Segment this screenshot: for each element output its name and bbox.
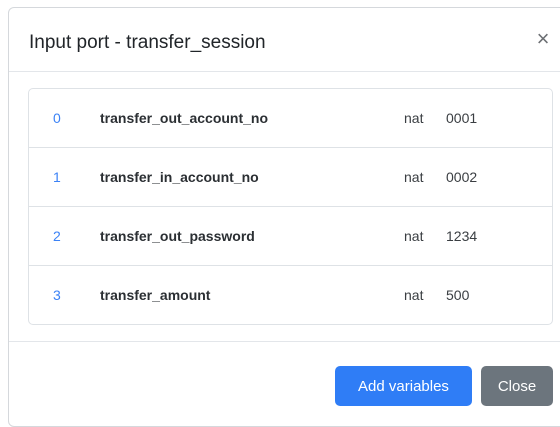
- variable-type: nat: [404, 228, 424, 244]
- close-button[interactable]: Close: [481, 366, 553, 406]
- variable-name: transfer_out_account_no: [100, 110, 269, 126]
- modal-title: Input port - transfer_session: [29, 32, 266, 53]
- variable-type: nat: [404, 110, 424, 126]
- variable-type: nat: [404, 169, 424, 185]
- input-port-modal: Input port - transfer_session × 0 transf…: [8, 7, 560, 427]
- variable-value: 1234: [446, 228, 478, 244]
- variable-type: nat: [404, 287, 424, 303]
- variable-value: 500: [446, 287, 470, 303]
- variable-index: 2: [53, 228, 61, 244]
- variable-value: 0001: [446, 110, 478, 126]
- add-variables-button[interactable]: Add variables: [335, 366, 472, 406]
- close-icon[interactable]: ×: [534, 28, 552, 50]
- modal-header: Input port - transfer_session ×: [9, 8, 560, 72]
- variable-name: transfer_amount: [100, 287, 211, 303]
- list-item[interactable]: 2 transfer_out_password nat 1234: [29, 207, 552, 266]
- variable-index: 3: [53, 287, 61, 303]
- list-item[interactable]: 0 transfer_out_account_no nat 0001: [29, 89, 552, 148]
- variable-value: 0002: [446, 169, 478, 185]
- modal-footer: Add variables Close: [9, 341, 560, 421]
- variable-index: 1: [53, 169, 61, 185]
- list-item[interactable]: 3 transfer_amount nat 500: [29, 266, 552, 324]
- list-item[interactable]: 1 transfer_in_account_no nat 0002: [29, 148, 552, 207]
- variable-name: transfer_in_account_no: [100, 169, 259, 185]
- variable-list: 0 transfer_out_account_no nat 0001 1 tra…: [28, 88, 553, 325]
- variable-name: transfer_out_password: [100, 228, 255, 244]
- variable-index: 0: [53, 110, 61, 126]
